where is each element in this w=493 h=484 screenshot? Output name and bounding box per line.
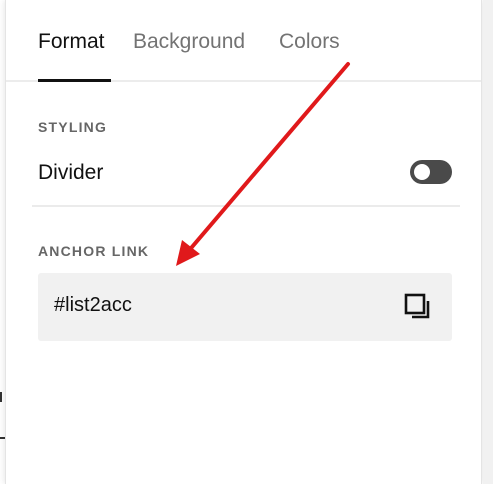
divider-toggle[interactable] (410, 160, 452, 184)
section-divider (32, 205, 460, 207)
toggle-knob (414, 164, 430, 180)
page-scroll-gutter (483, 0, 493, 484)
copy-icon[interactable] (404, 293, 432, 321)
active-tab-indicator (38, 79, 111, 82)
divider-label: Divider (38, 161, 104, 184)
tab-colors[interactable]: Colors (279, 30, 340, 54)
block-settings-panel: Format Background Colors STYLING Divider… (5, 0, 482, 484)
anchor-link-field[interactable]: #list2acc (38, 273, 452, 341)
tab-bar: Format Background Colors (6, 0, 481, 82)
tab-background[interactable]: Background (133, 30, 245, 54)
anchor-link-section-label: ANCHOR LINK (38, 243, 150, 259)
tab-format[interactable]: Format (38, 30, 105, 54)
anchor-link-value: #list2acc (54, 294, 132, 316)
styling-section-label: STYLING (38, 119, 108, 135)
